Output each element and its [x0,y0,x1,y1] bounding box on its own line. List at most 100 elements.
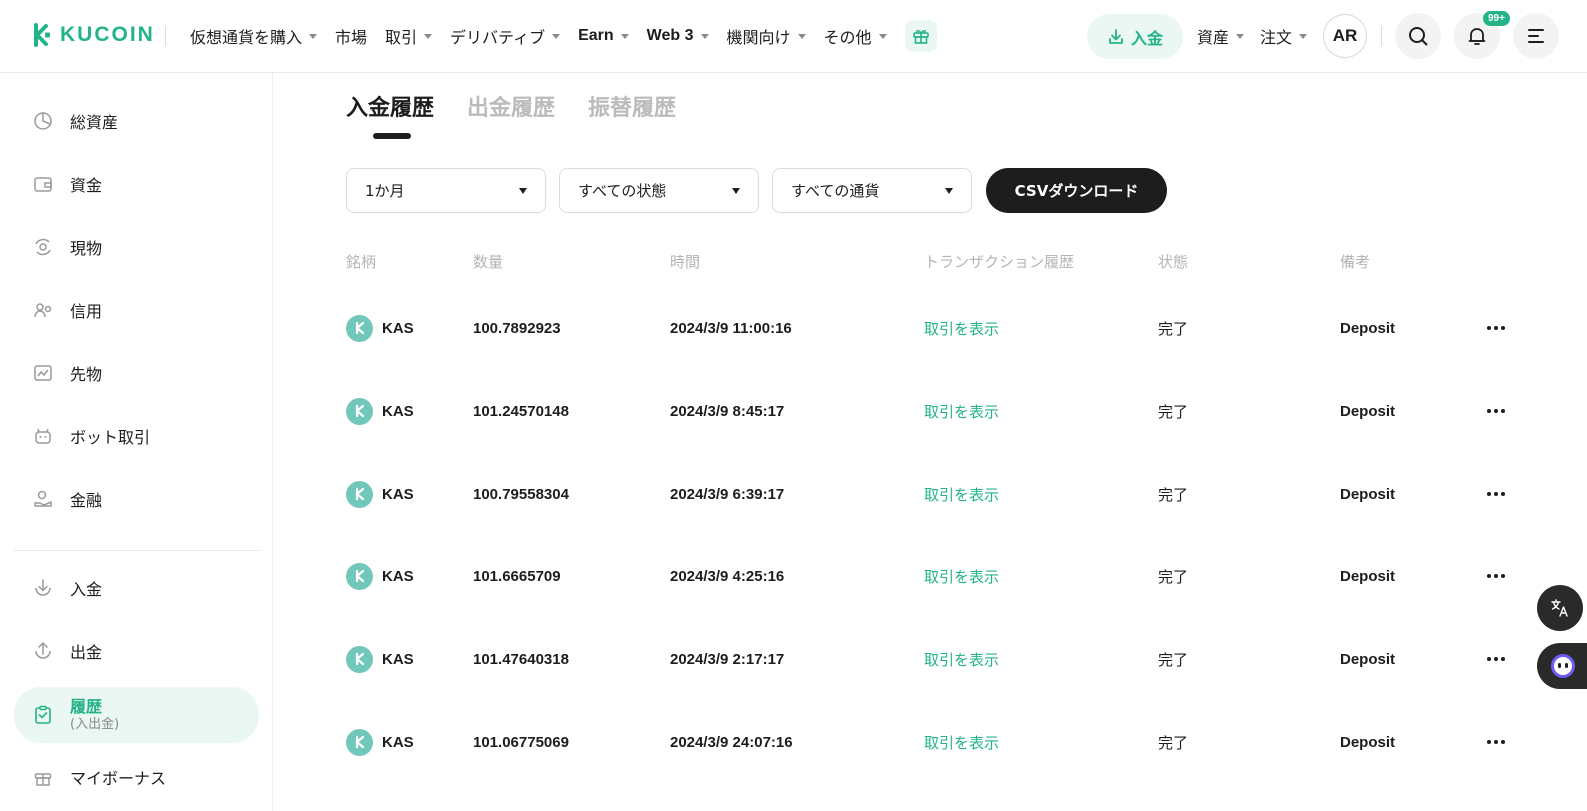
kaspa-coin-icon [346,645,373,673]
view-transaction-link[interactable]: 取引を表示 [924,712,999,772]
tab-withdrawal-history[interactable]: 出金履歴 [467,90,555,122]
column-header-status: 状態 [1158,253,1189,271]
sidebar-item-total-assets[interactable]: 総資産 [14,94,259,148]
sidebar-item-deposit[interactable]: 入金 [14,561,259,615]
translate-button[interactable] [1537,585,1583,631]
sidebar-item-sublabel: (入出金) [70,717,120,733]
sidebar-item-label: 先物 [70,365,103,384]
tab-transfer-history[interactable]: 振替履歴 [588,90,676,122]
kaspa-coin-icon [346,314,373,342]
wallet-icon [32,173,54,195]
coin-cell: KAS [346,712,414,772]
time-cell: 2024/3/9 24:07:16 [670,733,793,751]
amount-cell: 101.06775069 [473,733,569,751]
chevron-down-icon [552,33,561,39]
chevron-down-icon [700,33,709,39]
more-options-icon[interactable] [1484,298,1508,358]
history-icon [32,704,54,726]
kucoin-logo[interactable]: KUCOIN [28,22,155,48]
sidebar-item-label: 履歴 [70,696,103,716]
sidebar-item-futures[interactable]: 先物 [14,346,259,400]
tab-deposit-history[interactable]: 入金履歴 [346,90,434,122]
margin-icon [32,299,54,321]
ai-assistant-button[interactable] [1537,643,1587,689]
orders-menu[interactable]: 注文 [1260,24,1308,48]
table-row: KAS 101.47640318 2024/3/9 2:17:17 取引を表示 … [346,629,1516,689]
header-divider [1381,26,1382,46]
sidebar-item-spot[interactable]: 現物 [14,220,259,274]
user-avatar[interactable]: AR [1323,14,1367,58]
column-header-remarks: 備考 [1340,253,1371,271]
sidebar-item-margin[interactable]: 信用 [14,283,259,337]
more-options-icon[interactable] [1484,381,1508,441]
sidebar-item-finance[interactable]: 金融 [14,472,259,526]
more-options-icon[interactable] [1484,546,1508,606]
chevron-down-icon [309,33,318,39]
chevron-down-icon [424,33,433,39]
pie-chart-icon [32,110,54,132]
sidebar-item-bot-trading[interactable]: ボット取引 [14,409,259,463]
time-cell: 2024/3/9 2:17:17 [670,650,785,668]
history-tabs: 入金履歴 出金履歴 振替履歴 [346,90,676,122]
menu-icon [1528,29,1544,43]
notification-badge: 99+ [1483,11,1510,26]
coin-cell: KAS [346,464,414,524]
currency-select-value: すべての通貨 [791,182,880,200]
nav-more[interactable]: その他 [824,24,887,48]
caret-down-icon [519,187,527,194]
search-button[interactable] [1395,13,1441,59]
coin-symbol: KAS [382,650,414,668]
nav-trade[interactable]: 取引 [385,24,433,48]
coin-symbol: KAS [382,319,414,337]
more-options-icon[interactable] [1484,464,1508,524]
view-transaction-link[interactable]: 取引を表示 [924,546,999,606]
spot-icon [32,236,54,258]
more-options-icon[interactable] [1484,712,1508,772]
csv-download-button[interactable]: CSVダウンロード [986,168,1167,213]
sidebar-item-history[interactable]: 履歴 (入出金) [14,687,259,743]
remarks-cell: Deposit [1340,733,1396,751]
sidebar-divider [14,550,259,551]
nav-web3[interactable]: Web 3 [647,27,709,45]
sidebar-item-label: 現物 [70,239,103,258]
period-select[interactable]: 1か月 [346,168,546,213]
currency-select[interactable]: すべての通貨 [772,168,972,213]
amount-cell: 100.7892923 [473,319,561,337]
sidebar-item-my-bonus[interactable]: マイボーナス [14,750,259,804]
view-transaction-link[interactable]: 取引を表示 [924,464,999,524]
bot-icon [32,425,54,447]
status-select[interactable]: すべての状態 [559,168,759,213]
nav-markets[interactable]: 市場 [335,24,367,48]
robot-assistant-icon [1551,654,1575,678]
remarks-cell: Deposit [1340,485,1396,503]
nav-institutional[interactable]: 機関向け [727,24,806,48]
menu-button[interactable] [1513,13,1559,59]
assets-menu[interactable]: 資産 [1197,24,1245,48]
header-deposit-button[interactable]: 入金 [1087,14,1183,59]
kaspa-coin-icon [346,480,373,508]
period-select-value: 1か月 [365,182,405,200]
nav-derivatives[interactable]: デリバティブ [450,24,561,48]
table-row: KAS 100.79558304 2024/3/9 6:39:17 取引を表示 … [346,464,1516,524]
remarks-cell: Deposit [1340,319,1396,337]
sidebar-item-funding[interactable]: 資金 [14,157,259,211]
view-transaction-link[interactable]: 取引を表示 [924,298,999,358]
nav-buy-crypto[interactable]: 仮想通貨を購入 [190,24,318,48]
header-divider [165,26,166,46]
gift-button[interactable] [904,20,937,52]
deposit-icon [32,577,54,599]
coin-cell: KAS [346,381,414,441]
time-cell: 2024/3/9 8:45:17 [670,402,785,420]
column-header-coin: 銘柄 [346,253,377,271]
time-cell: 2024/3/9 6:39:17 [670,485,785,503]
gift-icon [912,30,929,44]
nav-earn[interactable]: Earn [578,27,629,45]
withdraw-icon [32,640,54,662]
more-options-icon[interactable] [1484,629,1508,689]
status-cell: 完了 [1158,402,1189,421]
gift-icon [32,766,54,788]
sidebar-item-withdraw[interactable]: 出金 [14,624,259,678]
view-transaction-link[interactable]: 取引を表示 [924,381,999,441]
view-transaction-link[interactable]: 取引を表示 [924,629,999,689]
futures-icon [32,362,54,384]
